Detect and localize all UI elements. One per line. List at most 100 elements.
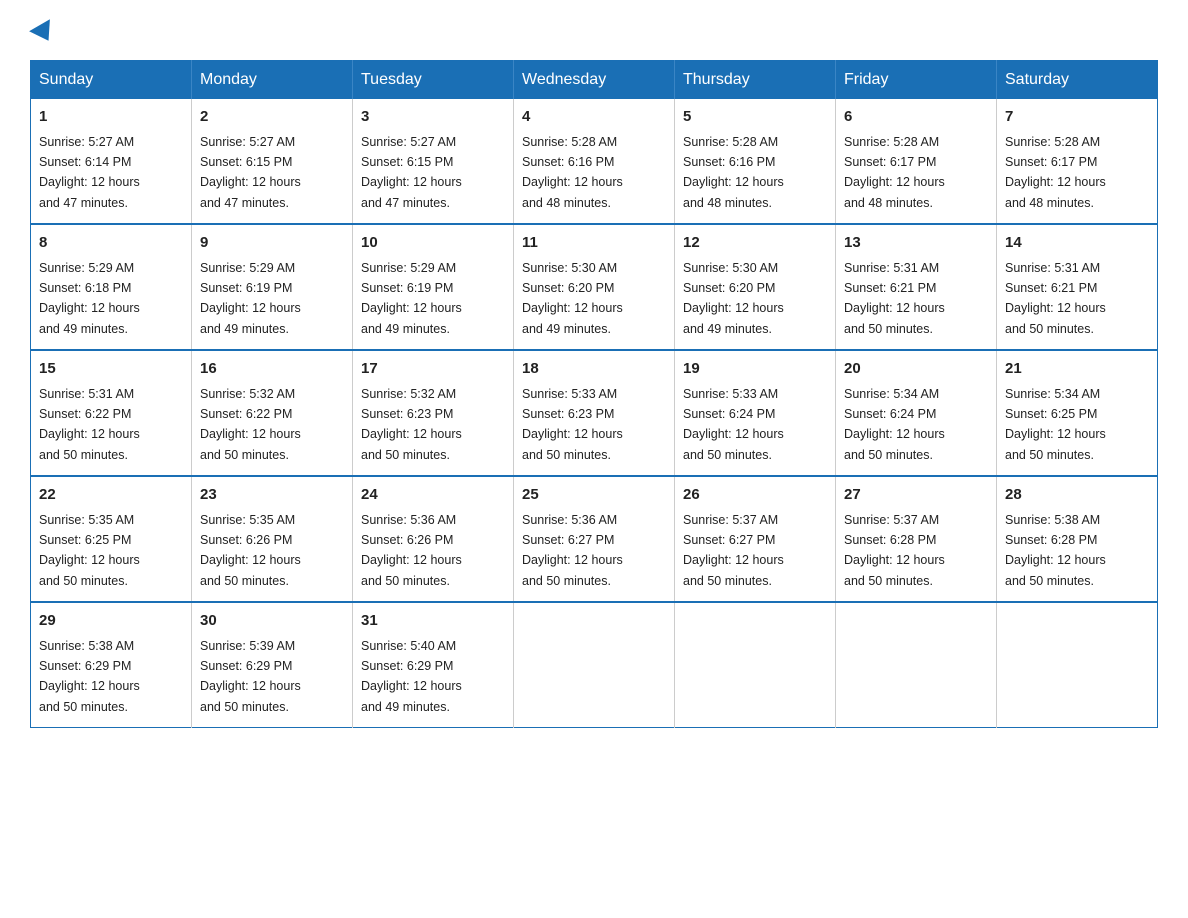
day-info: Sunrise: 5:32 AMSunset: 6:22 PMDaylight:…	[200, 387, 301, 462]
day-number: 27	[844, 484, 988, 507]
day-info: Sunrise: 5:28 AMSunset: 6:17 PMDaylight:…	[1005, 135, 1106, 210]
calendar-day-cell: 7 Sunrise: 5:28 AMSunset: 6:17 PMDayligh…	[997, 99, 1158, 224]
day-info: Sunrise: 5:33 AMSunset: 6:24 PMDaylight:…	[683, 387, 784, 462]
day-number: 29	[39, 610, 183, 633]
day-info: Sunrise: 5:40 AMSunset: 6:29 PMDaylight:…	[361, 639, 462, 714]
logo	[30, 20, 56, 42]
day-number: 14	[1005, 232, 1149, 255]
calendar-day-cell: 17 Sunrise: 5:32 AMSunset: 6:23 PMDaylig…	[353, 350, 514, 476]
day-info: Sunrise: 5:31 AMSunset: 6:22 PMDaylight:…	[39, 387, 140, 462]
calendar-day-cell: 18 Sunrise: 5:33 AMSunset: 6:23 PMDaylig…	[514, 350, 675, 476]
day-number: 13	[844, 232, 988, 255]
calendar-day-cell: 1 Sunrise: 5:27 AMSunset: 6:14 PMDayligh…	[31, 99, 192, 224]
calendar-day-cell: 26 Sunrise: 5:37 AMSunset: 6:27 PMDaylig…	[675, 476, 836, 602]
calendar-day-cell: 12 Sunrise: 5:30 AMSunset: 6:20 PMDaylig…	[675, 224, 836, 350]
calendar-week-row: 29 Sunrise: 5:38 AMSunset: 6:29 PMDaylig…	[31, 602, 1158, 728]
calendar-day-cell	[514, 602, 675, 728]
calendar-day-cell: 13 Sunrise: 5:31 AMSunset: 6:21 PMDaylig…	[836, 224, 997, 350]
day-info: Sunrise: 5:27 AMSunset: 6:15 PMDaylight:…	[200, 135, 301, 210]
calendar-day-cell: 20 Sunrise: 5:34 AMSunset: 6:24 PMDaylig…	[836, 350, 997, 476]
day-number: 21	[1005, 358, 1149, 381]
day-info: Sunrise: 5:28 AMSunset: 6:16 PMDaylight:…	[522, 135, 623, 210]
day-info: Sunrise: 5:28 AMSunset: 6:16 PMDaylight:…	[683, 135, 784, 210]
day-info: Sunrise: 5:27 AMSunset: 6:14 PMDaylight:…	[39, 135, 140, 210]
day-info: Sunrise: 5:27 AMSunset: 6:15 PMDaylight:…	[361, 135, 462, 210]
calendar-day-cell	[997, 602, 1158, 728]
day-info: Sunrise: 5:35 AMSunset: 6:25 PMDaylight:…	[39, 513, 140, 588]
calendar-day-cell: 27 Sunrise: 5:37 AMSunset: 6:28 PMDaylig…	[836, 476, 997, 602]
weekday-header-sunday: Sunday	[31, 61, 192, 100]
day-number: 28	[1005, 484, 1149, 507]
calendar-day-cell: 4 Sunrise: 5:28 AMSunset: 6:16 PMDayligh…	[514, 99, 675, 224]
day-info: Sunrise: 5:37 AMSunset: 6:28 PMDaylight:…	[844, 513, 945, 588]
calendar-day-cell: 31 Sunrise: 5:40 AMSunset: 6:29 PMDaylig…	[353, 602, 514, 728]
page-header	[30, 20, 1158, 42]
calendar-day-cell: 2 Sunrise: 5:27 AMSunset: 6:15 PMDayligh…	[192, 99, 353, 224]
calendar-day-cell: 22 Sunrise: 5:35 AMSunset: 6:25 PMDaylig…	[31, 476, 192, 602]
day-info: Sunrise: 5:31 AMSunset: 6:21 PMDaylight:…	[1005, 261, 1106, 336]
day-info: Sunrise: 5:34 AMSunset: 6:24 PMDaylight:…	[844, 387, 945, 462]
day-number: 17	[361, 358, 505, 381]
day-number: 4	[522, 106, 666, 129]
day-number: 11	[522, 232, 666, 255]
day-number: 15	[39, 358, 183, 381]
weekday-header-wednesday: Wednesday	[514, 61, 675, 100]
day-number: 26	[683, 484, 827, 507]
day-number: 10	[361, 232, 505, 255]
day-number: 19	[683, 358, 827, 381]
calendar-week-row: 22 Sunrise: 5:35 AMSunset: 6:25 PMDaylig…	[31, 476, 1158, 602]
day-info: Sunrise: 5:29 AMSunset: 6:19 PMDaylight:…	[200, 261, 301, 336]
day-number: 20	[844, 358, 988, 381]
calendar-day-cell: 9 Sunrise: 5:29 AMSunset: 6:19 PMDayligh…	[192, 224, 353, 350]
calendar-day-cell: 23 Sunrise: 5:35 AMSunset: 6:26 PMDaylig…	[192, 476, 353, 602]
day-number: 7	[1005, 106, 1149, 129]
day-number: 18	[522, 358, 666, 381]
day-info: Sunrise: 5:32 AMSunset: 6:23 PMDaylight:…	[361, 387, 462, 462]
weekday-header-tuesday: Tuesday	[353, 61, 514, 100]
day-number: 1	[39, 106, 183, 129]
calendar-day-cell: 30 Sunrise: 5:39 AMSunset: 6:29 PMDaylig…	[192, 602, 353, 728]
day-info: Sunrise: 5:31 AMSunset: 6:21 PMDaylight:…	[844, 261, 945, 336]
day-number: 30	[200, 610, 344, 633]
day-number: 3	[361, 106, 505, 129]
calendar-day-cell: 8 Sunrise: 5:29 AMSunset: 6:18 PMDayligh…	[31, 224, 192, 350]
logo-triangle-icon	[29, 19, 59, 47]
calendar-day-cell	[675, 602, 836, 728]
day-number: 23	[200, 484, 344, 507]
calendar-table: SundayMondayTuesdayWednesdayThursdayFrid…	[30, 60, 1158, 728]
weekday-header-friday: Friday	[836, 61, 997, 100]
day-info: Sunrise: 5:30 AMSunset: 6:20 PMDaylight:…	[683, 261, 784, 336]
calendar-day-cell: 15 Sunrise: 5:31 AMSunset: 6:22 PMDaylig…	[31, 350, 192, 476]
day-number: 9	[200, 232, 344, 255]
day-number: 22	[39, 484, 183, 507]
day-number: 5	[683, 106, 827, 129]
day-info: Sunrise: 5:38 AMSunset: 6:28 PMDaylight:…	[1005, 513, 1106, 588]
weekday-header-saturday: Saturday	[997, 61, 1158, 100]
calendar-day-cell: 10 Sunrise: 5:29 AMSunset: 6:19 PMDaylig…	[353, 224, 514, 350]
calendar-week-row: 15 Sunrise: 5:31 AMSunset: 6:22 PMDaylig…	[31, 350, 1158, 476]
day-number: 25	[522, 484, 666, 507]
weekday-header-monday: Monday	[192, 61, 353, 100]
day-info: Sunrise: 5:29 AMSunset: 6:19 PMDaylight:…	[361, 261, 462, 336]
day-number: 6	[844, 106, 988, 129]
day-info: Sunrise: 5:36 AMSunset: 6:27 PMDaylight:…	[522, 513, 623, 588]
calendar-week-row: 8 Sunrise: 5:29 AMSunset: 6:18 PMDayligh…	[31, 224, 1158, 350]
day-info: Sunrise: 5:34 AMSunset: 6:25 PMDaylight:…	[1005, 387, 1106, 462]
day-number: 31	[361, 610, 505, 633]
day-info: Sunrise: 5:37 AMSunset: 6:27 PMDaylight:…	[683, 513, 784, 588]
day-info: Sunrise: 5:30 AMSunset: 6:20 PMDaylight:…	[522, 261, 623, 336]
calendar-day-cell: 29 Sunrise: 5:38 AMSunset: 6:29 PMDaylig…	[31, 602, 192, 728]
calendar-day-cell: 5 Sunrise: 5:28 AMSunset: 6:16 PMDayligh…	[675, 99, 836, 224]
calendar-day-cell: 16 Sunrise: 5:32 AMSunset: 6:22 PMDaylig…	[192, 350, 353, 476]
calendar-day-cell: 3 Sunrise: 5:27 AMSunset: 6:15 PMDayligh…	[353, 99, 514, 224]
day-info: Sunrise: 5:33 AMSunset: 6:23 PMDaylight:…	[522, 387, 623, 462]
calendar-day-cell: 28 Sunrise: 5:38 AMSunset: 6:28 PMDaylig…	[997, 476, 1158, 602]
calendar-day-cell: 11 Sunrise: 5:30 AMSunset: 6:20 PMDaylig…	[514, 224, 675, 350]
calendar-day-cell	[836, 602, 997, 728]
day-info: Sunrise: 5:36 AMSunset: 6:26 PMDaylight:…	[361, 513, 462, 588]
day-number: 24	[361, 484, 505, 507]
calendar-day-cell: 14 Sunrise: 5:31 AMSunset: 6:21 PMDaylig…	[997, 224, 1158, 350]
day-info: Sunrise: 5:29 AMSunset: 6:18 PMDaylight:…	[39, 261, 140, 336]
day-info: Sunrise: 5:35 AMSunset: 6:26 PMDaylight:…	[200, 513, 301, 588]
day-number: 16	[200, 358, 344, 381]
